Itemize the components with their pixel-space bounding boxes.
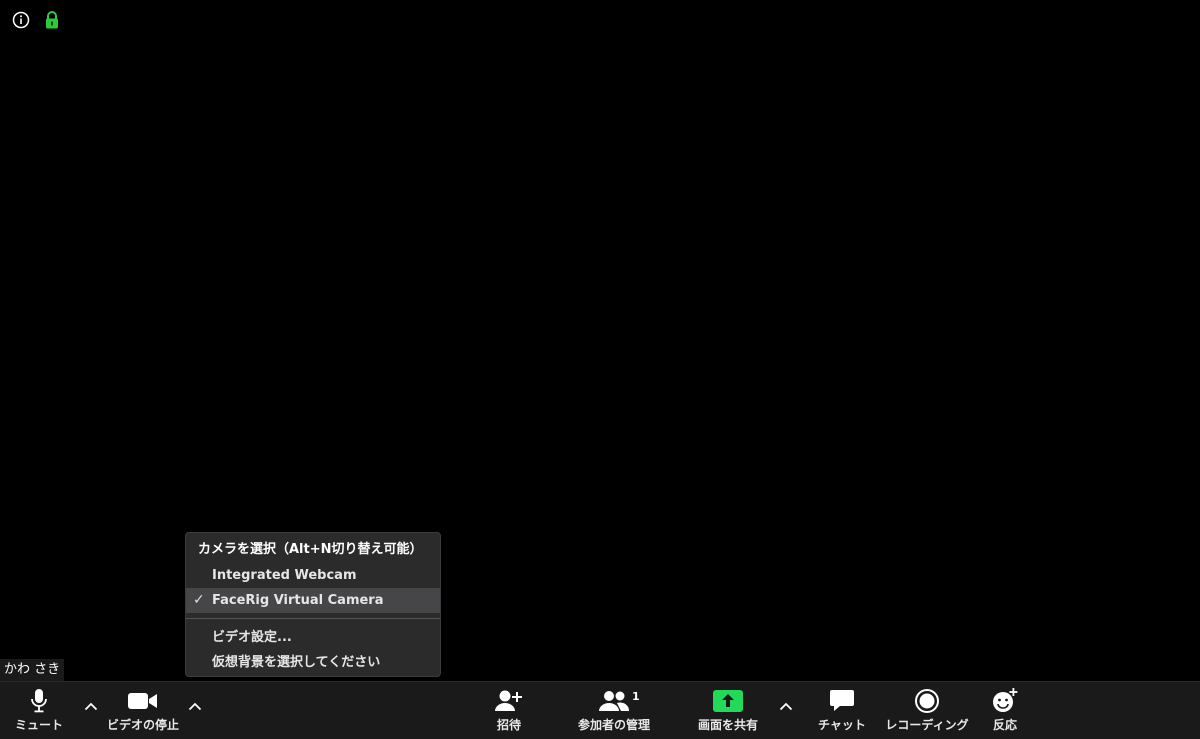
chat-icon bbox=[830, 690, 854, 711]
caret-up-icon bbox=[188, 702, 202, 710]
share-options-caret[interactable] bbox=[776, 696, 796, 716]
mic-icon bbox=[31, 689, 47, 713]
record-button[interactable]: レコーディング bbox=[884, 682, 970, 739]
reaction-icon bbox=[993, 688, 1018, 712]
share-screen-icon bbox=[713, 690, 743, 712]
camera-option-integrated-webcam[interactable]: Integrated Webcam bbox=[186, 563, 440, 588]
camera-menu-header: カメラを選択（Alt+N切り替え可能） bbox=[198, 542, 423, 557]
camera-option-label: FaceRig Virtual Camera bbox=[212, 593, 384, 608]
caret-up-icon bbox=[84, 702, 98, 710]
share-screen-label: 画面を共有 bbox=[697, 718, 758, 732]
meeting-toolbar: ミュート ビデオの停止 招待 参加者の管理 1 画面を共有 チャット レコーディ… bbox=[0, 681, 1200, 739]
participants-label: 参加者の管理 bbox=[577, 718, 650, 732]
video-camera-icon bbox=[128, 693, 157, 709]
camera-select-menu: カメラを選択（Alt+N切り替え可能） Integrated Webcam ✓ … bbox=[185, 532, 441, 677]
invite-button[interactable]: 招待 bbox=[482, 682, 536, 739]
mute-label: ミュート bbox=[14, 718, 63, 732]
audio-options-caret[interactable] bbox=[81, 696, 101, 716]
participants-count: 1 bbox=[632, 690, 640, 703]
info-icon[interactable] bbox=[12, 11, 30, 29]
participant-name-tag: かわ さき bbox=[0, 659, 65, 681]
stop-video-label: ビデオの停止 bbox=[106, 718, 179, 732]
check-icon: ✓ bbox=[193, 592, 205, 608]
stop-video-button[interactable]: ビデオの停止 bbox=[103, 682, 183, 739]
camera-option-facerig[interactable]: ✓ FaceRig Virtual Camera bbox=[186, 588, 440, 613]
lock-icon[interactable] bbox=[44, 10, 60, 30]
camera-option-label: Integrated Webcam bbox=[212, 568, 357, 583]
chat-button[interactable]: チャット bbox=[812, 682, 872, 739]
record-icon bbox=[915, 689, 939, 713]
participants-icon bbox=[599, 691, 630, 711]
video-options-caret[interactable] bbox=[185, 696, 205, 716]
reactions-button[interactable]: 反応 bbox=[980, 682, 1030, 739]
record-label: レコーディング bbox=[885, 718, 969, 732]
video-settings-item[interactable]: ビデオ設定... bbox=[186, 625, 440, 650]
menu-divider bbox=[186, 618, 440, 619]
share-screen-button[interactable]: 画面を共有 bbox=[688, 682, 768, 739]
mute-button[interactable]: ミュート bbox=[10, 682, 68, 739]
participants-button[interactable]: 参加者の管理 bbox=[568, 682, 660, 739]
top-status-icons bbox=[12, 10, 60, 30]
chat-label: チャット bbox=[818, 718, 866, 732]
caret-up-icon bbox=[779, 702, 793, 710]
reactions-label: 反応 bbox=[992, 718, 1017, 732]
add-user-icon bbox=[495, 690, 522, 711]
virtual-background-item[interactable]: 仮想背景を選択してください bbox=[186, 650, 440, 675]
invite-label: 招待 bbox=[496, 718, 521, 732]
video-area bbox=[0, 0, 1200, 681]
